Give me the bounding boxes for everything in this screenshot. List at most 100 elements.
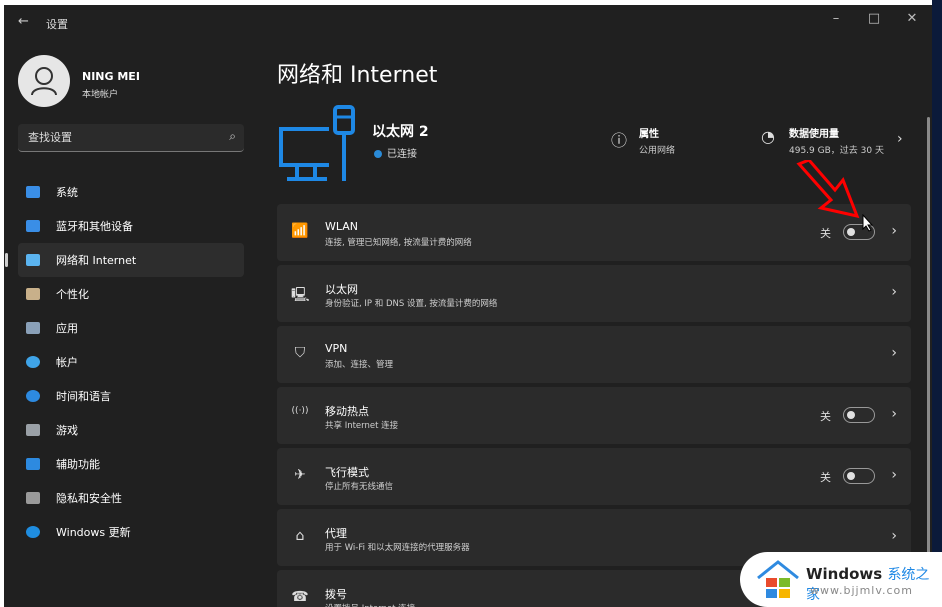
watermark-brand-en: Windows	[806, 565, 883, 583]
sidebar-item-label: 时间和语言	[56, 390, 111, 403]
minimize-button[interactable]: –	[822, 11, 850, 26]
settings-window: ← 设置 – □ ✕ NING MEI 本地帐户 ⌕ 系统蓝牙和其他设备网络和 …	[4, 5, 932, 607]
windows-house-logo-icon	[757, 560, 799, 598]
sidebar-item-label: Windows 更新	[56, 526, 131, 539]
desktop-edge	[932, 0, 942, 607]
toggle-knob	[847, 410, 855, 419]
toggle-switch[interactable]	[843, 407, 875, 423]
sidebar-item-label: 个性化	[56, 288, 89, 301]
wifi-icon: 📶	[291, 223, 309, 239]
settings-card[interactable]: 🖳 以太网 身份验证, IP 和 DNS 设置, 按流量计费的网络 ›	[277, 265, 911, 322]
card-subtitle: 用于 Wi-Fi 和以太网连接的代理服务器	[325, 543, 470, 553]
sidebar-item[interactable]: 个性化	[18, 277, 244, 311]
chevron-right-icon[interactable]: ›	[891, 467, 897, 483]
hotspot-icon: ((·))	[291, 406, 309, 416]
chevron-right-icon[interactable]: ›	[891, 528, 897, 544]
sidebar-item[interactable]: 隐私和安全性	[18, 481, 244, 515]
chevron-right-icon[interactable]: ›	[891, 223, 897, 239]
scrollbar[interactable]	[927, 117, 930, 587]
watermark-url: www.bjjmlv.com	[810, 584, 913, 597]
card-subtitle: 设置拨号 Internet 连接	[325, 602, 415, 607]
toggle-knob	[847, 227, 855, 236]
search-icon[interactable]: ⌕	[229, 129, 236, 144]
user-name: NING MEI	[82, 70, 140, 83]
ethernet-icon: 🖳	[291, 287, 310, 303]
close-button[interactable]: ✕	[898, 11, 926, 26]
system-icon	[26, 186, 40, 198]
sidebar-item[interactable]: 时间和语言	[18, 379, 244, 413]
card-subtitle: 停止所有无线通信	[325, 482, 394, 492]
card-subtitle: 共享 Internet 连接	[325, 421, 399, 431]
network-status-text: 已连接	[387, 149, 417, 160]
sidebar-item[interactable]: 系统	[18, 175, 244, 209]
sidebar: NING MEI 本地帐户 ⌕ 系统蓝牙和其他设备网络和 Internet 个性化…	[4, 37, 259, 607]
sidebar-item-label: 隐私和安全性	[56, 492, 122, 505]
network-name: 以太网 2	[372, 124, 429, 140]
card-title: 飞行模式	[325, 466, 369, 479]
sidebar-item-label: 游戏	[56, 424, 78, 437]
back-arrow-icon[interactable]: ←	[18, 14, 29, 29]
data-usage-link[interactable]: ◔ 数据使用量 495.9 GB，过去 30 天	[761, 125, 884, 156]
toggle-state-label: 关	[820, 410, 831, 423]
sidebar-item[interactable]: 应用	[18, 311, 244, 345]
settings-card[interactable]: ⛉ VPN 添加、连接、管理 ›	[277, 326, 911, 383]
page-title: 网络和 Internet	[277, 63, 438, 88]
card-title: VPN	[325, 342, 348, 355]
chevron-right-icon[interactable]: ›	[891, 345, 897, 361]
sidebar-item-label: 应用	[56, 322, 78, 335]
sidebar-item[interactable]: 游戏	[18, 413, 244, 447]
app-title: 设置	[46, 18, 68, 31]
apps-icon	[26, 322, 40, 334]
chevron-right-icon[interactable]: ›	[891, 284, 897, 300]
sidebar-item-label: 蓝牙和其他设备	[56, 220, 133, 233]
search-box[interactable]: ⌕	[18, 124, 244, 152]
sidebar-item[interactable]: Windows 更新	[18, 515, 244, 549]
airplane-icon: ✈	[294, 467, 306, 483]
pie-chart-icon: ◔	[761, 127, 775, 146]
card-title: 拨号	[325, 588, 347, 601]
gaming-icon	[26, 424, 40, 436]
sidebar-item[interactable]: 网络和 Internet	[5, 243, 244, 277]
ethernet-computer-icon	[279, 105, 355, 181]
settings-list: 📶 WLAN 连接, 管理已知网络, 按流量计费的网络关 › 🖳 以太网 身份验证, IP …	[277, 204, 911, 607]
bluetooth-icon	[26, 220, 40, 232]
account-type: 本地帐户	[82, 90, 119, 100]
data-usage-subtitle: 495.9 GB，过去 30 天	[789, 146, 884, 156]
toggle-knob	[847, 471, 855, 480]
watermark: Windows 系统之家 www.bjjmlv.com	[740, 552, 942, 607]
title-bar: ← 设置 – □ ✕	[4, 5, 932, 37]
globe-icon	[374, 150, 382, 158]
card-title: WLAN	[325, 220, 359, 233]
main-content: 网络和 Internet 以太网 2 已连接 ⓘ 属性 公用网络 ◔ 数据使用量	[259, 37, 932, 607]
sidebar-item[interactable]: 辅助功能	[18, 447, 244, 481]
data-usage-title: 数据使用量	[789, 129, 839, 140]
properties-link[interactable]: ⓘ 属性 公用网络	[611, 125, 676, 156]
brush-icon	[26, 288, 40, 300]
card-subtitle: 添加、连接、管理	[325, 360, 394, 370]
user-icon	[31, 67, 57, 96]
chevron-right-icon[interactable]: ›	[897, 131, 903, 147]
sidebar-item-label: 网络和 Internet	[56, 254, 137, 267]
sidebar-item-label: 帐户	[56, 356, 78, 369]
search-input[interactable]	[26, 130, 210, 145]
sidebar-item[interactable]: 蓝牙和其他设备	[18, 209, 244, 243]
accessibility-icon	[26, 458, 40, 470]
avatar[interactable]	[18, 55, 70, 107]
proxy-icon: ⌂	[295, 528, 305, 544]
settings-card[interactable]: ✈ 飞行模式停止所有无线通信 关 ›	[277, 448, 911, 505]
annotation-arrow-icon	[796, 160, 860, 219]
toggle-state-label: 关	[820, 471, 831, 484]
settings-card[interactable]: ((·)) 移动热点 共享 Internet 连接 关 ›	[277, 387, 911, 444]
info-icon: ⓘ	[611, 131, 628, 150]
chevron-right-icon[interactable]: ›	[891, 406, 897, 422]
card-title: 代理	[325, 527, 347, 540]
time-language-icon	[26, 390, 40, 402]
properties-subtitle: 公用网络	[639, 146, 676, 156]
account-icon	[26, 356, 40, 368]
toggle-switch[interactable]	[843, 468, 875, 484]
toggle-state-label: 关	[820, 227, 831, 240]
update-icon	[26, 526, 40, 538]
sidebar-item[interactable]: 帐户	[18, 345, 244, 379]
card-title: 以太网	[325, 283, 358, 296]
maximize-button[interactable]: □	[860, 11, 888, 26]
